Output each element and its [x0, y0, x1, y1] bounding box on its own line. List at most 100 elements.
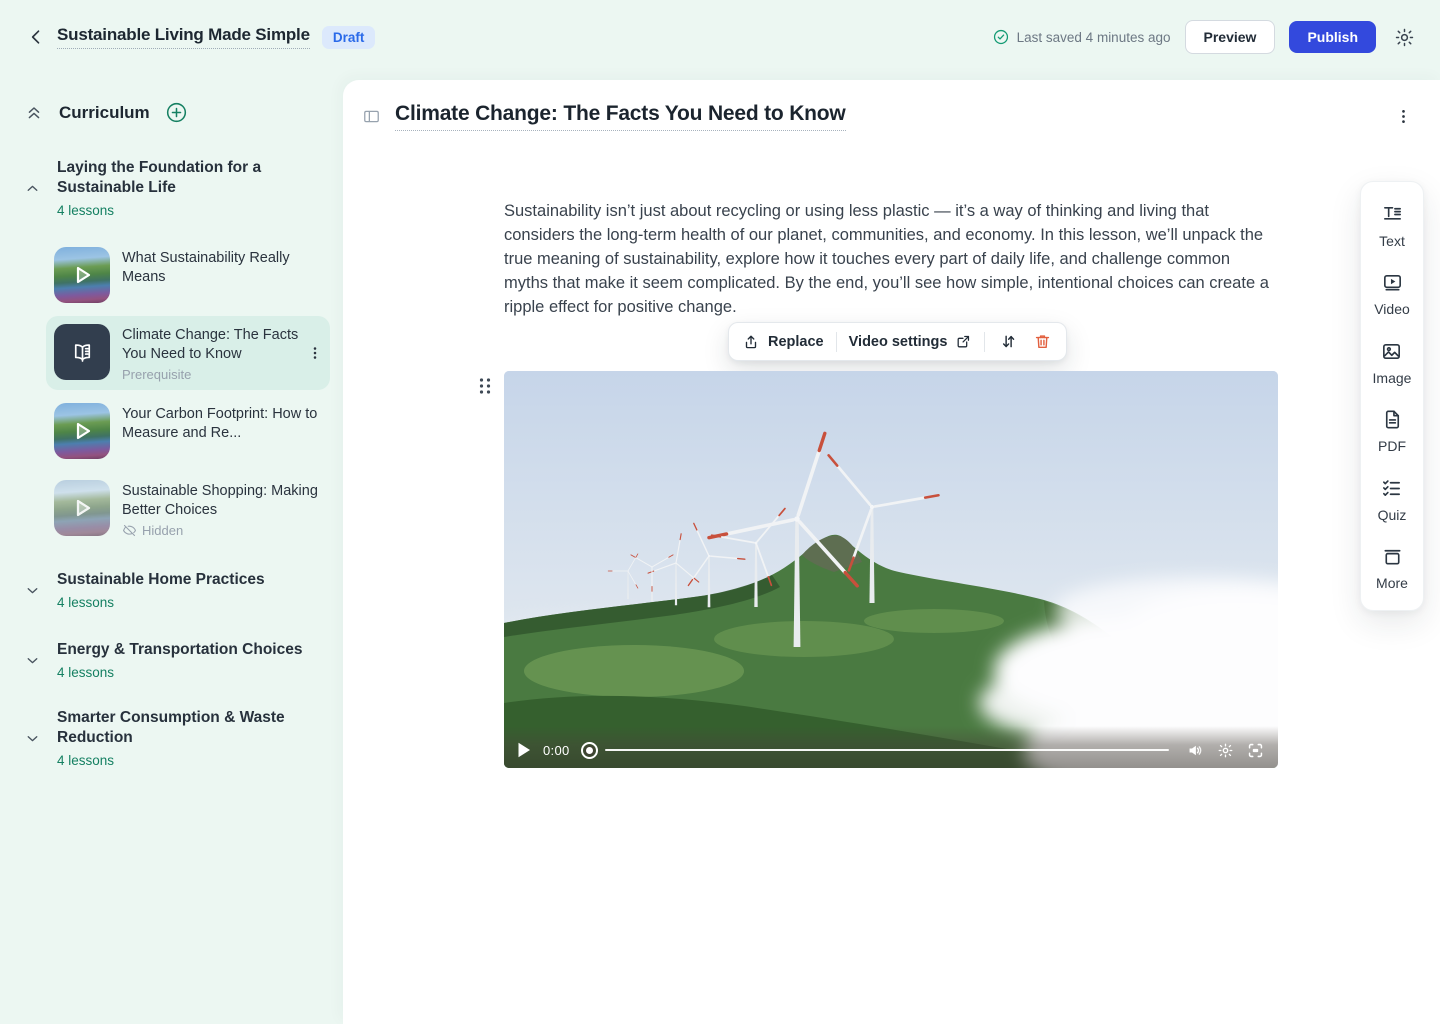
last-saved-text: Last saved 4 minutes ago	[1017, 30, 1171, 45]
grip-dots-icon	[477, 376, 493, 396]
player-controls: 0:00	[504, 726, 1278, 768]
upload-icon	[742, 333, 760, 351]
play-button[interactable]	[517, 742, 532, 758]
quiz-icon	[1380, 477, 1403, 500]
volume-button[interactable]	[1186, 741, 1205, 760]
play-icon	[54, 247, 110, 303]
insert-block-panel: Text Video Image PDF Quiz More	[1360, 181, 1424, 611]
insert-video-button[interactable]: Video	[1374, 271, 1410, 317]
lesson-options-button[interactable]	[1394, 107, 1414, 127]
trash-icon	[1033, 332, 1052, 351]
fullscreen-icon	[1246, 741, 1265, 760]
insert-image-button[interactable]: Image	[1373, 340, 1412, 386]
move-block-button[interactable]	[997, 331, 1019, 353]
lesson-paragraph[interactable]: Sustainability isn’t just about recyclin…	[504, 199, 1278, 319]
lesson-title: Sustainable Shopping: Making Better Choi…	[122, 482, 322, 520]
settings-button[interactable]	[1392, 25, 1416, 49]
chevron-down-icon[interactable]	[24, 730, 41, 747]
fullscreen-button[interactable]	[1246, 741, 1265, 760]
seek-handle[interactable]	[581, 742, 598, 759]
section-title: Sustainable Home Practices	[57, 570, 265, 590]
lesson-header: Climate Change: The Facts You Need to Kn…	[362, 102, 1414, 131]
gear-icon	[1217, 742, 1234, 759]
sidebar-section-home-practices[interactable]: Sustainable Home Practices 4 lessons	[24, 570, 320, 610]
section-lesson-count: 4 lessons	[57, 203, 320, 218]
gear-icon	[1394, 27, 1415, 48]
lesson-note: Prerequisite	[122, 367, 322, 382]
toolbar-divider	[836, 332, 837, 352]
progress-bar[interactable]	[605, 749, 1169, 752]
last-saved-status: Last saved 4 minutes ago	[992, 28, 1171, 46]
status-badge: Draft	[322, 26, 376, 49]
volume-icon	[1186, 741, 1205, 760]
video-player[interactable]: 0:00	[504, 371, 1278, 768]
video-thumbnail	[54, 247, 110, 303]
replace-button[interactable]: Replace	[742, 333, 824, 351]
lesson-editor-panel: Climate Change: The Facts You Need to Kn…	[343, 80, 1440, 1024]
back-button[interactable]	[24, 25, 48, 49]
chevrons-up-icon	[24, 103, 44, 123]
curriculum-sidebar: Curriculum Laying the Foundation for a S…	[0, 74, 343, 1024]
text-icon	[1381, 203, 1404, 226]
chevron-down-icon[interactable]	[24, 652, 41, 669]
lesson-row-climate-change[interactable]: Climate Change: The Facts You Need to Kn…	[46, 316, 330, 390]
eye-off-icon	[122, 523, 137, 538]
play-icon	[54, 403, 110, 459]
kebab-icon	[1394, 107, 1414, 126]
curriculum-header: Curriculum	[24, 101, 188, 124]
lesson-hidden-note: Hidden	[122, 523, 322, 538]
sidebar-section-laying-the-foundation[interactable]: Laying the Foundation for a Sustainable …	[24, 158, 320, 218]
pdf-icon	[1381, 408, 1404, 431]
video-frame-wind-turbines	[504, 371, 1278, 768]
section-title: Smarter Consumption & Waste Reduction	[57, 708, 320, 748]
toolbar-divider	[984, 332, 985, 352]
chevron-down-icon[interactable]	[24, 582, 41, 599]
insert-more-button[interactable]: More	[1376, 545, 1408, 591]
section-lesson-count: 4 lessons	[57, 753, 320, 768]
sidebar-section-smarter-consumption[interactable]: Smarter Consumption & Waste Reduction 4 …	[24, 708, 320, 768]
lesson-row-sustainable-shopping[interactable]: Sustainable Shopping: Making Better Choi…	[46, 472, 330, 546]
check-circle-icon	[992, 28, 1010, 46]
collapse-all-button[interactable]	[24, 103, 44, 123]
block-drag-handle[interactable]	[477, 376, 493, 396]
section-lesson-count: 4 lessons	[57, 665, 302, 680]
more-blocks-icon	[1381, 545, 1404, 568]
external-link-icon	[955, 333, 972, 350]
chevron-up-icon[interactable]	[24, 180, 41, 197]
section-lesson-count: 4 lessons	[57, 595, 265, 610]
swap-vertical-icon	[999, 332, 1018, 351]
video-thumbnail-hidden	[54, 480, 110, 536]
current-time: 0:00	[543, 743, 570, 758]
lesson-kebab-button[interactable]	[306, 343, 326, 363]
book-open-icon	[69, 339, 96, 366]
lesson-page-title[interactable]: Climate Change: The Facts You Need to Kn…	[395, 102, 846, 131]
sidebar-section-energy-transportation[interactable]: Energy & Transportation Choices 4 lesson…	[24, 640, 320, 680]
preview-button[interactable]: Preview	[1185, 20, 1276, 54]
top-bar: Sustainable Living Made Simple Draft Las…	[0, 0, 1440, 74]
add-section-button[interactable]	[165, 101, 188, 124]
video-settings-button[interactable]: Video settings	[849, 333, 973, 350]
delete-block-button[interactable]	[1031, 331, 1053, 353]
lesson-list: What Sustainability Really Means Climate…	[46, 239, 330, 551]
lesson-title: Climate Change: The Facts You Need to Kn…	[122, 326, 322, 364]
reading-lesson-tile	[54, 324, 110, 380]
section-title: Laying the Foundation for a Sustainable …	[57, 158, 320, 198]
course-title[interactable]: Sustainable Living Made Simple	[57, 25, 310, 49]
plus-circle-icon	[165, 101, 188, 124]
image-icon	[1380, 340, 1403, 363]
publish-button[interactable]: Publish	[1289, 21, 1376, 53]
player-settings-button[interactable]	[1216, 741, 1235, 760]
lesson-row-carbon-footprint[interactable]: Your Carbon Footprint: How to Measure an…	[46, 395, 330, 467]
insert-quiz-button[interactable]: Quiz	[1378, 477, 1407, 523]
sidebar-toggle-button[interactable]	[362, 107, 381, 126]
video-thumbnail	[54, 403, 110, 459]
chevron-left-icon	[26, 27, 46, 47]
video-block-toolbar: Replace Video settings	[728, 322, 1067, 361]
lesson-title: Your Carbon Footprint: How to Measure an…	[122, 405, 322, 443]
insert-text-button[interactable]: Text	[1379, 203, 1405, 249]
panel-left-icon	[362, 107, 381, 126]
video-icon	[1381, 271, 1404, 294]
insert-pdf-button[interactable]: PDF	[1378, 408, 1406, 454]
lesson-row-what-sustainability[interactable]: What Sustainability Really Means	[46, 239, 330, 311]
section-title: Energy & Transportation Choices	[57, 640, 302, 660]
